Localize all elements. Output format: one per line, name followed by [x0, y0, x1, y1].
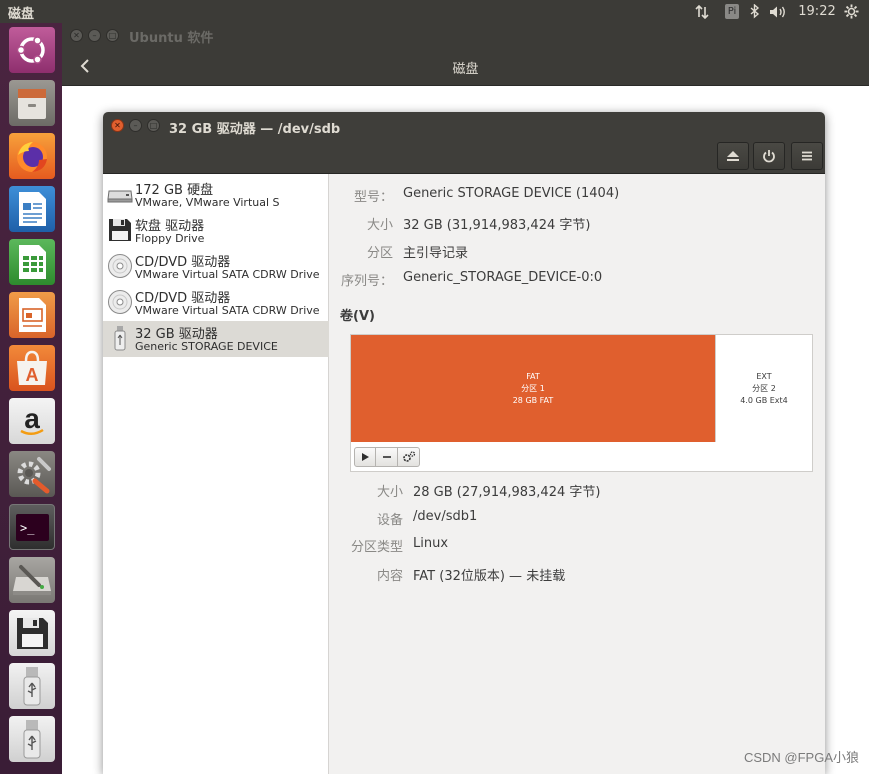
volume-fs-label: EXT	[756, 371, 772, 381]
disks-close-button[interactable]: ✕	[111, 119, 124, 132]
serial-label: 序列号：	[340, 274, 393, 289]
disks-window-title: 32 GB 驱动器 — /dev/sdb	[169, 122, 341, 137]
files-icon[interactable]	[9, 80, 55, 126]
settings-gear-icon[interactable]	[842, 2, 860, 21]
volume-desc-label: 28 GB FAT	[512, 395, 554, 405]
libreoffice-writer-icon[interactable]	[9, 186, 55, 232]
partition-contents-label: 内容	[376, 569, 403, 584]
usb-drive-icon	[107, 325, 131, 351]
disks-toolbar	[103, 140, 825, 174]
terminal-icon[interactable]: >_	[9, 504, 55, 550]
volume-toolbar	[354, 447, 420, 467]
floppy-icon	[107, 217, 131, 243]
firefox-icon[interactable]	[9, 133, 55, 179]
drive-details: 型号： Generic STORAGE DEVICE (1404) 大小 32 …	[329, 174, 825, 774]
partition-type-value: Linux	[413, 536, 449, 551]
software-close-button[interactable]: ✕	[70, 29, 83, 42]
app-menu-title[interactable]: 磁盘	[8, 3, 34, 22]
device-subtitle: VMware, VMware Virtual S	[135, 196, 280, 209]
device-subtitle: VMware Virtual SATA CDRW Drive	[135, 304, 320, 317]
size-value: 32 GB (31,914,983,424 字节)	[403, 218, 591, 233]
partition-type-label: 分区类型	[350, 540, 403, 555]
partition-size-value: 28 GB (27,914,983,424 字节)	[413, 485, 601, 500]
model-label: 型号：	[353, 190, 393, 205]
csdn-watermark: CSDN @FPGA小狼	[743, 750, 859, 765]
device-item-cdrom-2[interactable]: CD/DVD 驱动器 VMware Virtual SATA CDRW Driv…	[103, 285, 329, 321]
partition-settings-gears-icon	[402, 451, 415, 462]
partition-contents-value: FAT (32位版本) — 未挂载	[413, 569, 566, 584]
ubuntu-dash-icon[interactable]	[9, 27, 55, 73]
keyboard-layout-label: Pi	[724, 4, 740, 19]
optical-disc-icon	[107, 253, 132, 279]
floppy-icon[interactable]	[9, 610, 55, 656]
amazon-icon[interactable]: a	[9, 398, 55, 444]
disks-titlebar: ✕ – □ 32 GB 驱动器 — /dev/sdb	[103, 112, 825, 140]
software-center-header-title: 磁盘	[452, 62, 479, 77]
disks-icon[interactable]	[9, 557, 55, 603]
bluetooth-icon[interactable]	[748, 2, 762, 21]
volume-partition-label: 分区 1	[521, 383, 545, 393]
volumes-bar: FAT 分区 1 28 GB FAT EXT 分区 2 4.0 GB Ext4	[351, 335, 812, 442]
device-subtitle: VMware Virtual SATA CDRW Drive	[135, 268, 320, 281]
disks-window: ✕ – □ 32 GB 驱动器 — /dev/sdb 172 GB 硬盘 VMw…	[103, 112, 825, 774]
software-center-headerbar: 磁盘	[62, 47, 869, 86]
delete-partition-button[interactable]	[376, 447, 398, 467]
disks-minimize-button[interactable]: –	[129, 119, 142, 132]
device-item-floppy[interactable]: 软盘 驱动器 Floppy Drive	[103, 213, 329, 249]
serial-value: Generic_STORAGE_DEVICE-0:0	[403, 270, 603, 285]
size-label: 大小	[366, 218, 393, 233]
optical-disc-icon	[107, 289, 132, 315]
software-center-title: Ubuntu 软件	[129, 31, 214, 46]
ubuntu-software-icon[interactable]: A	[9, 345, 55, 391]
top-panel: 磁盘 Pi 19:22	[0, 0, 869, 23]
power-icon	[763, 150, 775, 163]
model-value: Generic STORAGE DEVICE (1404)	[403, 186, 620, 201]
network-icon[interactable]	[693, 2, 711, 21]
device-item-cdrom-1[interactable]: CD/DVD 驱动器 VMware Virtual SATA CDRW Driv…	[103, 249, 329, 285]
system-settings-icon[interactable]	[9, 451, 55, 497]
menu-icon	[802, 151, 812, 161]
eject-icon	[727, 151, 739, 161]
libreoffice-calc-icon[interactable]	[9, 239, 55, 285]
amazon-glyph: a	[24, 403, 40, 434]
volume-segment-fat[interactable]: FAT 分区 1 28 GB FAT	[351, 335, 715, 442]
device-list: 172 GB 硬盘 VMware, VMware Virtual S 软盘 驱动…	[103, 174, 329, 774]
partitioning-value: 主引导记录	[403, 246, 469, 261]
volume-fs-label: FAT	[526, 371, 540, 381]
delete-partition-icon	[382, 456, 391, 458]
power-off-button[interactable]	[753, 142, 785, 170]
software-center-titlebar: ✕ – □ Ubuntu 软件	[62, 23, 869, 47]
terminal-glyph: >_	[20, 521, 35, 535]
hard-disk-icon	[107, 181, 133, 207]
volumes-heading: 卷(V)	[340, 309, 375, 324]
usb-drive-icon[interactable]	[9, 663, 55, 709]
volume-partition-label: 分区 2	[752, 383, 776, 393]
eject-button[interactable]	[717, 142, 749, 170]
partition-device-label: 设备	[376, 513, 403, 528]
volumes-graph: FAT 分区 1 28 GB FAT EXT 分区 2 4.0 GB Ext4	[350, 334, 813, 472]
keyboard-icon[interactable]: Pi	[722, 2, 742, 21]
mount-play-icon	[361, 453, 369, 461]
partitioning-label: 分区	[366, 246, 393, 261]
mount-button[interactable]	[354, 447, 376, 467]
partition-device-value: /dev/sdb1	[413, 509, 478, 524]
volume-desc-label: 4.0 GB Ext4	[740, 395, 788, 405]
software-glyph: A	[26, 365, 39, 385]
software-maximize-button[interactable]: □	[106, 29, 119, 42]
drive-menu-button[interactable]	[791, 142, 823, 170]
device-item-hard-disk[interactable]: 172 GB 硬盘 VMware, VMware Virtual S	[103, 177, 329, 213]
libreoffice-impress-icon[interactable]	[9, 292, 55, 338]
software-minimize-button[interactable]: –	[88, 29, 101, 42]
launcher: A a >_	[0, 23, 62, 774]
device-subtitle: Generic STORAGE DEVICE	[135, 340, 278, 353]
disks-maximize-button[interactable]: □	[147, 119, 160, 132]
usb-drive-icon-2[interactable]	[9, 716, 55, 762]
device-subtitle: Floppy Drive	[135, 232, 205, 245]
clock[interactable]: 19:22	[798, 2, 835, 21]
partition-settings-button[interactable]	[398, 447, 420, 467]
volume-icon[interactable]	[767, 2, 791, 21]
partition-size-label: 大小	[376, 485, 403, 500]
device-item-usb-drive[interactable]: 32 GB 驱动器 Generic STORAGE DEVICE	[103, 321, 329, 357]
volume-segment-ext[interactable]: EXT 分区 2 4.0 GB Ext4	[715, 335, 812, 442]
